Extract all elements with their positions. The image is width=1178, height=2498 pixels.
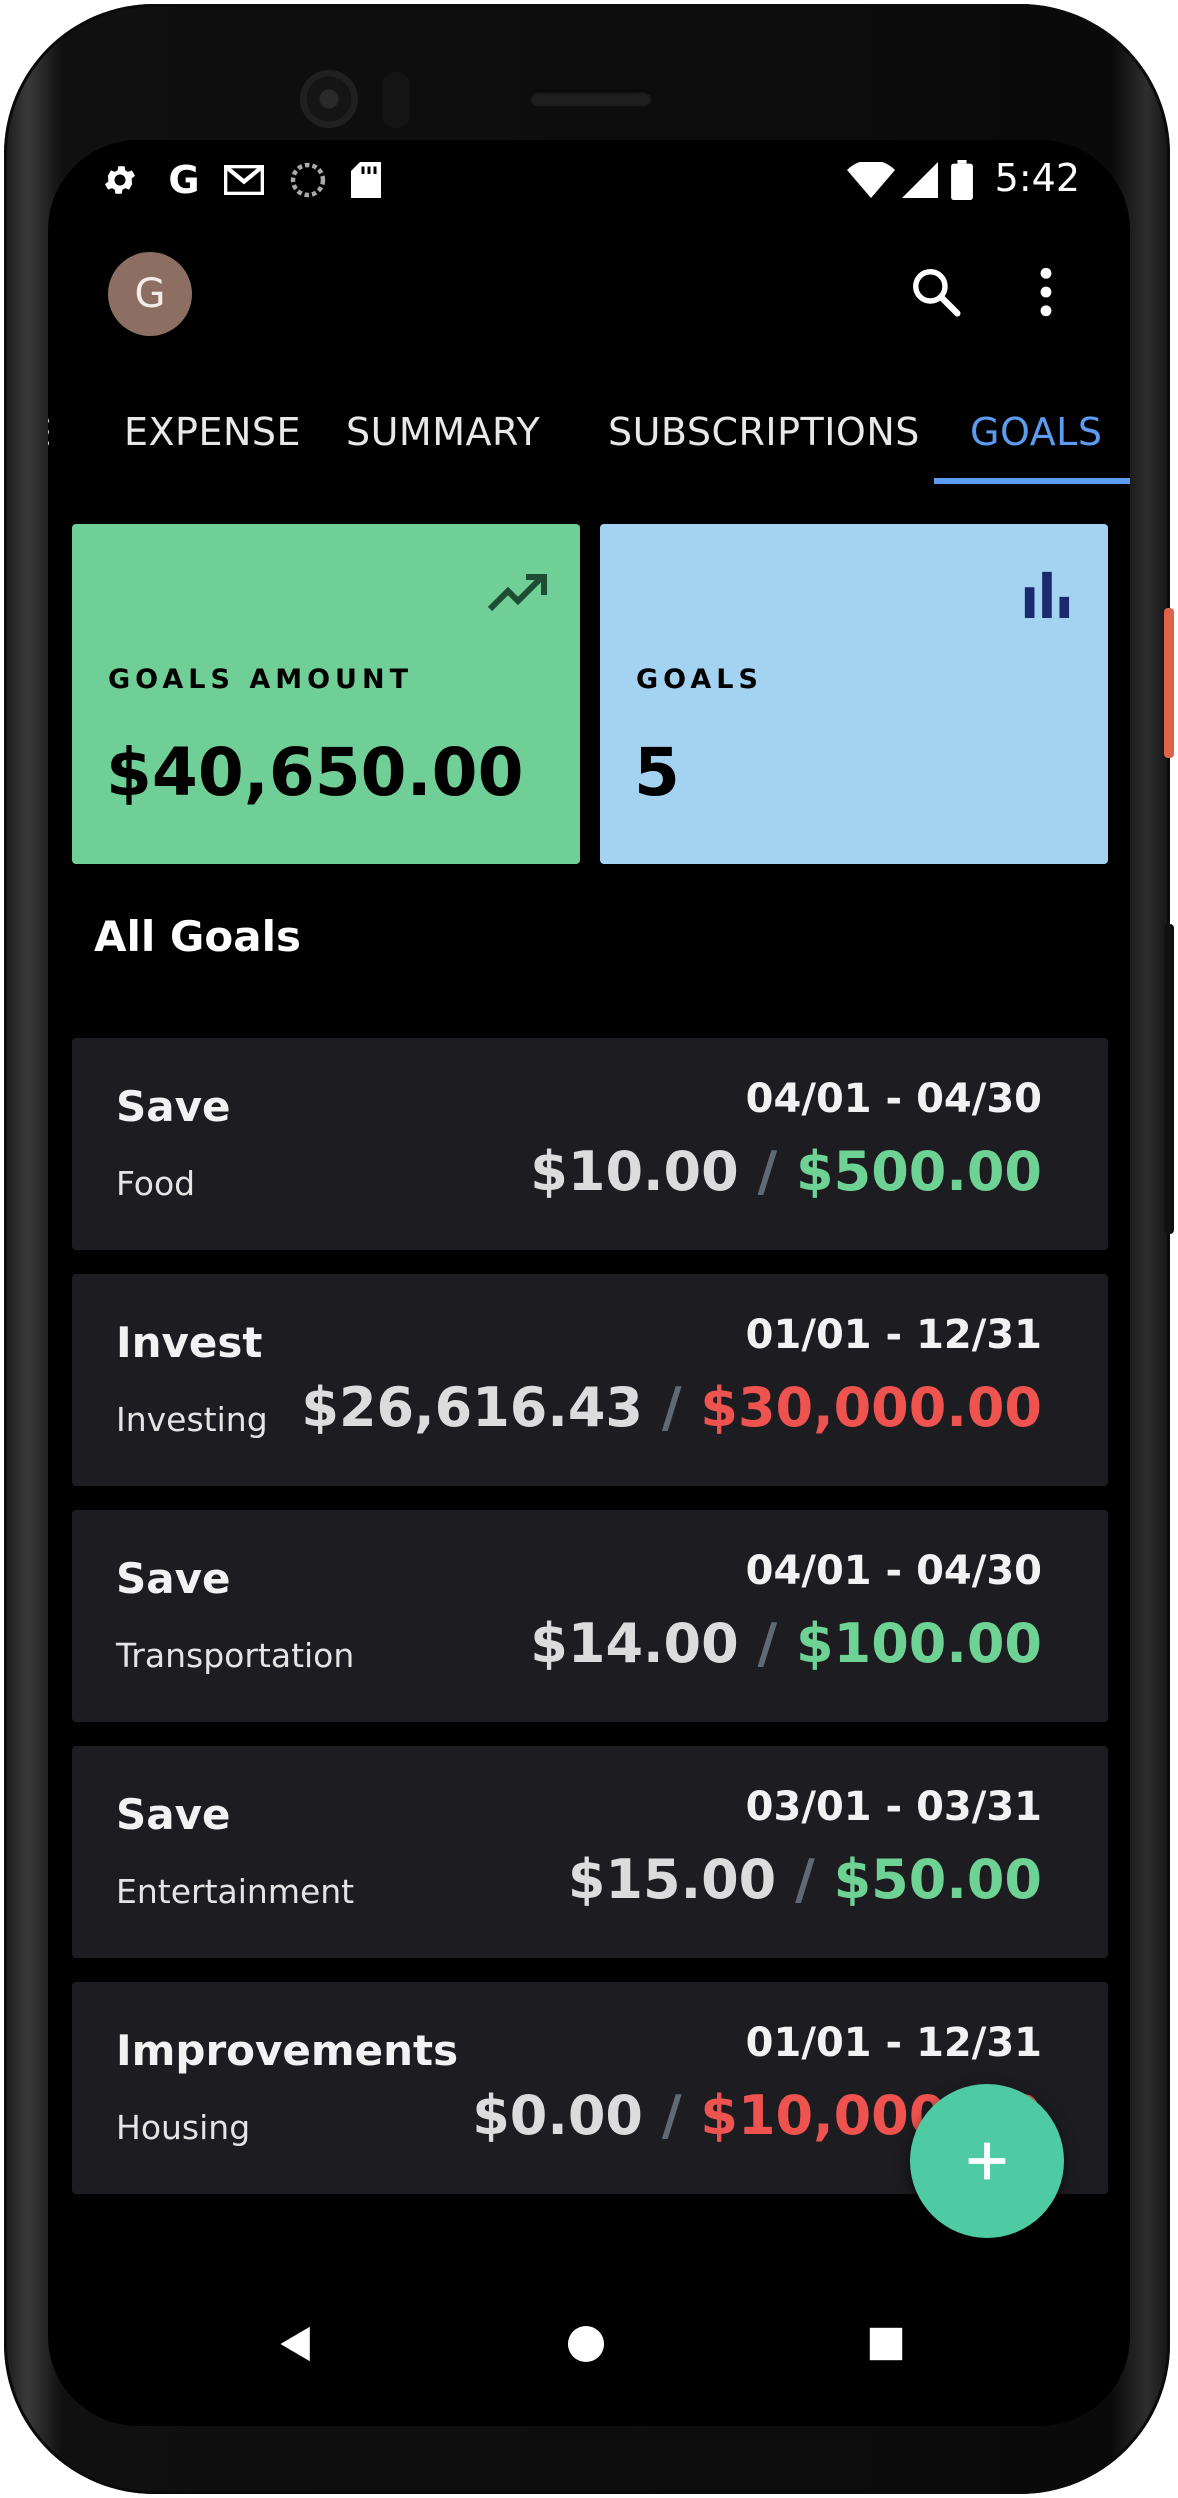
goal-current-amount: $14.00 [530, 1612, 739, 1675]
goal-amounts: $26,616.43 / $30,000.00 [301, 1376, 1042, 1439]
goals-count-value: 5 [634, 734, 680, 811]
bar-chart-icon [1016, 568, 1076, 618]
screen: G 5:42 G EXPENSE SUMMARY SUBSCRIPTIONS G… [48, 140, 1130, 2426]
goal-category: Food [116, 1164, 196, 1203]
tab-overflow-icon [48, 380, 62, 484]
back-icon[interactable] [266, 2314, 326, 2374]
battery-icon [942, 160, 982, 200]
goal-dates: 04/01 - 04/30 [745, 1548, 1042, 1594]
goal-amount-separator: / [661, 1376, 682, 1439]
goal-amounts: $10.00 / $500.00 [530, 1140, 1042, 1203]
goal-dates: 04/01 - 04/30 [745, 1076, 1042, 1122]
avatar[interactable]: G [108, 252, 192, 336]
tab-expense[interactable]: EXPENSE [124, 380, 301, 484]
proximity-sensor [382, 72, 410, 128]
front-camera [300, 70, 358, 128]
section-title: All Goals [94, 912, 301, 961]
goal-category: Housing [116, 2108, 251, 2147]
goals-amount-card: GOALS AMOUNT $40,650.00 [72, 524, 580, 864]
trending-up-icon [487, 568, 548, 618]
goal-category: Investing [116, 1400, 268, 1439]
goal-amounts: $14.00 / $100.00 [530, 1612, 1042, 1675]
tab-bar: EXPENSE SUMMARY SUBSCRIPTIONS GOALS [48, 380, 1130, 484]
signal-icon [900, 160, 940, 200]
goal-amount-separator: / [757, 1612, 778, 1675]
goal-target-amount: $100.00 [796, 1612, 1042, 1675]
settings-icon [100, 160, 140, 200]
goal-card[interactable]: Save Food 04/01 - 04/30 $10.00 / $500.00 [72, 1038, 1108, 1250]
goal-card[interactable]: Save Transportation 04/01 - 04/30 $14.00… [72, 1510, 1108, 1722]
goals-amount-label: GOALS AMOUNT [108, 664, 413, 695]
goal-amount-separator: / [757, 1140, 778, 1203]
goal-current-amount: $0.00 [472, 2084, 644, 2147]
goals-count-label: GOALS [636, 664, 763, 695]
tab-goals[interactable]: GOALS [970, 380, 1102, 484]
google-icon: G [168, 158, 200, 202]
goal-card[interactable]: Invest Investing 01/01 - 12/31 $26,616.4… [72, 1274, 1108, 1486]
goal-dates: 03/01 - 03/31 [745, 1784, 1042, 1830]
more-vert-icon[interactable] [1010, 256, 1082, 328]
goal-amount-separator: / [661, 2084, 682, 2147]
goal-card[interactable]: Save Entertainment 03/01 - 03/31 $15.00 … [72, 1746, 1108, 1958]
tab-summary[interactable]: SUMMARY [346, 380, 540, 484]
goal-dates: 01/01 - 12/31 [745, 2020, 1042, 2066]
earpiece-speaker [530, 90, 652, 106]
power-button [1164, 608, 1174, 758]
tab-subscriptions[interactable]: SUBSCRIPTIONS [608, 380, 920, 484]
status-bar: G 5:42 [48, 140, 1130, 220]
goal-amounts: $15.00 / $50.00 [568, 1848, 1042, 1911]
goal-title: Invest [116, 1318, 263, 1367]
goal-title: Save [116, 1790, 231, 1839]
home-icon[interactable] [556, 2314, 616, 2374]
goal-title: Save [116, 1554, 231, 1603]
phone-frame: G 5:42 G EXPENSE SUMMARY SUBSCRIPTIONS G… [4, 4, 1174, 2494]
sync-icon [288, 160, 328, 200]
goal-title: Save [116, 1082, 231, 1131]
add-icon [968, 2142, 1006, 2180]
tab-indicator [934, 478, 1130, 484]
goal-amount-separator: / [795, 1848, 815, 1911]
goal-dates: 01/01 - 12/31 [745, 1312, 1042, 1358]
add-goal-button[interactable] [910, 2084, 1064, 2238]
recents-icon[interactable] [856, 2314, 916, 2374]
goal-target-amount: $50.00 [833, 1848, 1042, 1911]
status-time: 5:42 [994, 156, 1080, 200]
goal-current-amount: $26,616.43 [301, 1376, 644, 1439]
goal-current-amount: $10.00 [530, 1140, 739, 1203]
goal-current-amount: $15.00 [567, 1848, 777, 1911]
goal-category: Transportation [116, 1636, 355, 1675]
volume-button [1164, 924, 1174, 1234]
goals-amount-value: $40,650.00 [106, 734, 524, 811]
goal-category: Entertainment [116, 1872, 355, 1911]
goal-title: Improvements [116, 2026, 459, 2075]
goal-target-amount: $30,000.00 [700, 1376, 1042, 1439]
search-icon[interactable] [900, 256, 972, 328]
goal-target-amount: $500.00 [796, 1140, 1042, 1203]
sd-card-icon [346, 160, 386, 200]
goals-count-card: GOALS 5 [600, 524, 1108, 864]
gmail-icon [224, 160, 264, 200]
wifi-icon [846, 160, 896, 200]
